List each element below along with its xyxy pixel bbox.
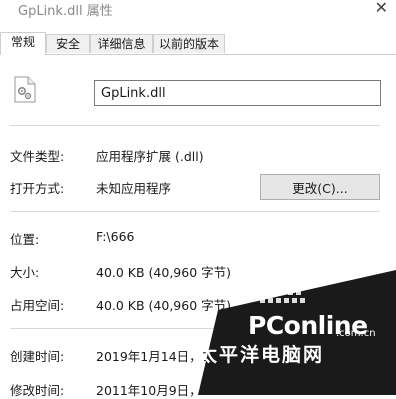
created-value: 2019年1月14日，1 xyxy=(96,349,210,364)
dll-settings-file-icon xyxy=(14,76,36,103)
modified-label: 修改时间: xyxy=(10,383,65,398)
title-bar: GpLink.dll 属性 ✕ xyxy=(0,0,396,27)
created-label: 创建时间: xyxy=(10,349,65,364)
size-on-disk-label: 占用空间: xyxy=(10,298,65,313)
size-label: 大小: xyxy=(10,265,40,280)
open-with-label: 打开方式: xyxy=(10,181,65,196)
watermark-domain: .com.cn xyxy=(336,328,376,339)
separator xyxy=(10,125,380,126)
tab-general[interactable]: 常规 xyxy=(0,32,46,55)
pconline-watermark: PConline .com.cn 太平洋电脑网 xyxy=(198,270,396,395)
watermark-chinese: 太平洋电脑网 xyxy=(198,344,325,366)
file-type-label: 文件类型: xyxy=(10,149,65,164)
file-type-value: 应用程序扩展 (.dll) xyxy=(96,149,204,164)
change-button[interactable]: 更改(C)... xyxy=(260,174,380,200)
location-value: F:\666 xyxy=(96,229,135,244)
tab-strip: 常规 安全 详细信息 以前的版本 xyxy=(0,32,396,55)
open-with-value: 未知应用程序 xyxy=(96,181,172,196)
location-label: 位置: xyxy=(10,232,40,247)
window-title: GpLink.dll 属性 xyxy=(18,4,113,19)
tab-previous-versions[interactable]: 以前的版本 xyxy=(153,34,225,53)
modified-value: 2011年10月9日， xyxy=(96,383,202,398)
tab-details[interactable]: 详细信息 xyxy=(90,34,153,53)
close-icon[interactable]: ✕ xyxy=(375,0,388,17)
separator xyxy=(10,211,380,212)
tab-security[interactable]: 安全 xyxy=(46,34,90,53)
file-name-field[interactable] xyxy=(94,80,381,106)
